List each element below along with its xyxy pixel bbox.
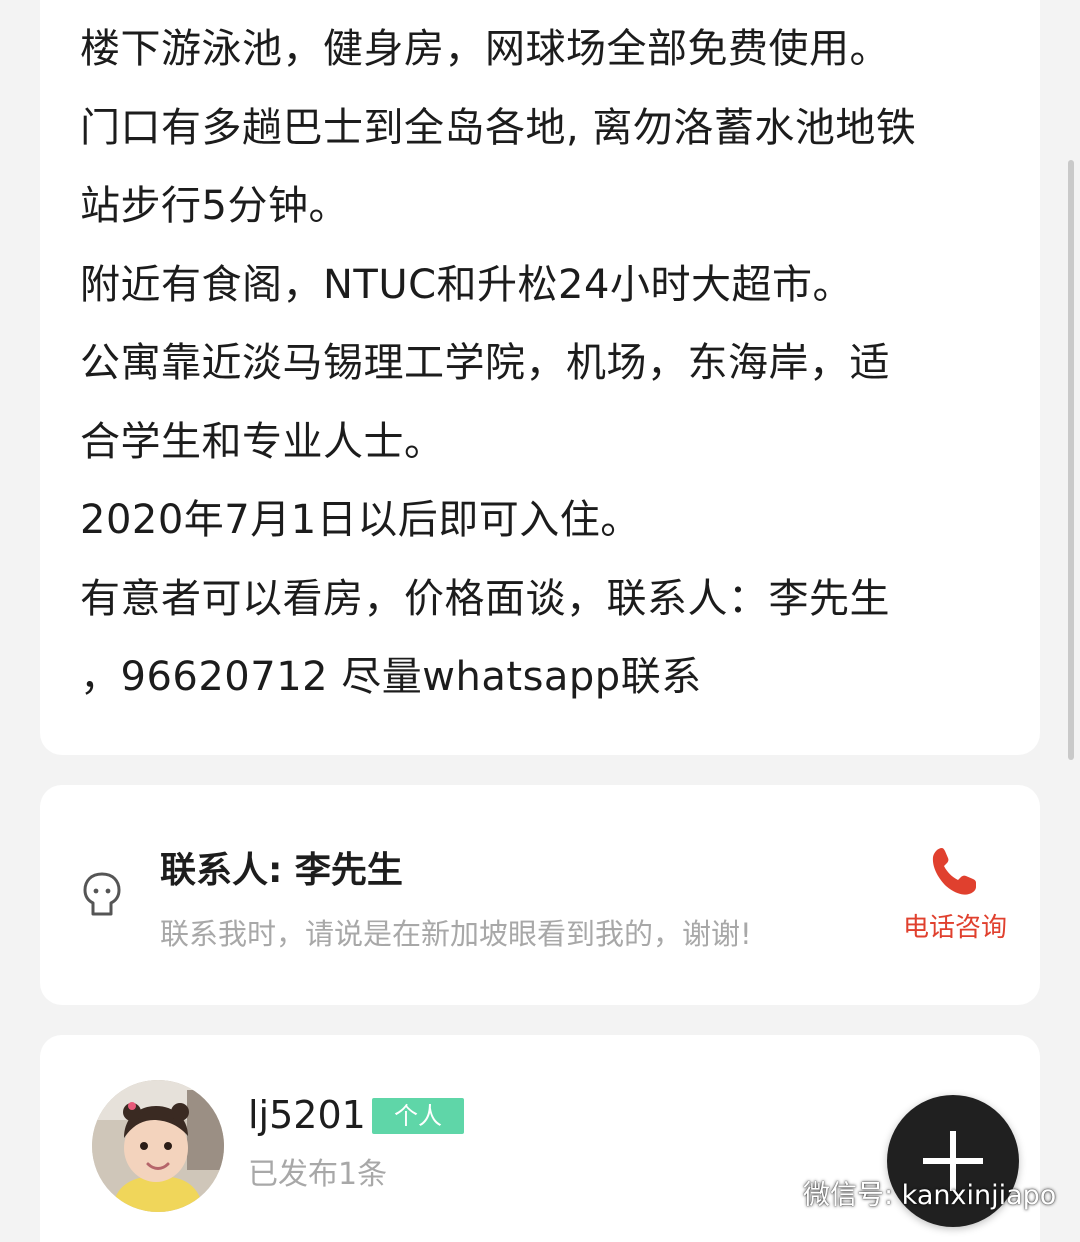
wechat-icon: [755, 1175, 795, 1208]
avatar[interactable]: [92, 1080, 224, 1212]
user-type-badge: 个人: [372, 1098, 464, 1134]
description-line: 楼下游泳池，健身房，网球场全部免费使用。: [80, 26, 890, 72]
description-line: 合学生和专业人士。: [80, 418, 445, 465]
username[interactable]: lj5201: [248, 1093, 366, 1137]
description-line: 门口有多趟巴士到全岛各地, 离勿洛蓄水池地铁: [80, 104, 917, 151]
description-line: ，96620712 尽量whatsapp联系: [80, 654, 702, 700]
avatar-photo: [92, 1080, 224, 1212]
description-line: 站步行5分钟。: [80, 183, 349, 229]
post-count: 已发布1条: [248, 1157, 388, 1192]
description-line: 有意者可以看房，价格面谈，联系人：李先生: [80, 575, 890, 622]
contact-name: 联系人: 李先生: [160, 850, 403, 891]
phone-consult-button[interactable]: 电话咨询: [900, 845, 1010, 955]
scrollbar[interactable]: [1068, 160, 1074, 760]
description-line: 2020年7月1日以后即可入住。: [80, 497, 641, 543]
watermark-text: 微信号: kanxinjiapo: [803, 1179, 1057, 1211]
listing-detail-page: 楼下游泳池，健身房，网球场全部免费使用。 门口有多趟巴士到全岛各地, 离勿洛蓄水…: [0, 0, 1080, 1242]
description-line: 公寓靠近淡马锡理工学院，机场，东海岸，适: [80, 340, 890, 386]
wechat-watermark: 微信号: kanxinjiapo: [755, 1172, 1056, 1212]
description-line: 附近有食阁，NTUC和升松24小时大超市。: [80, 261, 853, 308]
phone-consult-label: 电话咨询: [902, 913, 1007, 943]
person-outline-icon: [83, 872, 121, 916]
description-text: 楼下游泳池，健身房，网球场全部免费使用。 门口有多趟巴士到全岛各地, 离勿洛蓄水…: [80, 10, 1010, 717]
phone-icon: [932, 848, 976, 895]
contact-card: 联系人: 李先生 联系我时，请说是在新加坡眼看到我的，谢谢! 电话咨询: [40, 785, 1040, 1005]
description-card: 楼下游泳池，健身房，网球场全部免费使用。 门口有多趟巴士到全岛各地, 离勿洛蓄水…: [40, 0, 1040, 755]
contact-note: 联系我时，请说是在新加坡眼看到我的，谢谢!: [160, 917, 752, 951]
